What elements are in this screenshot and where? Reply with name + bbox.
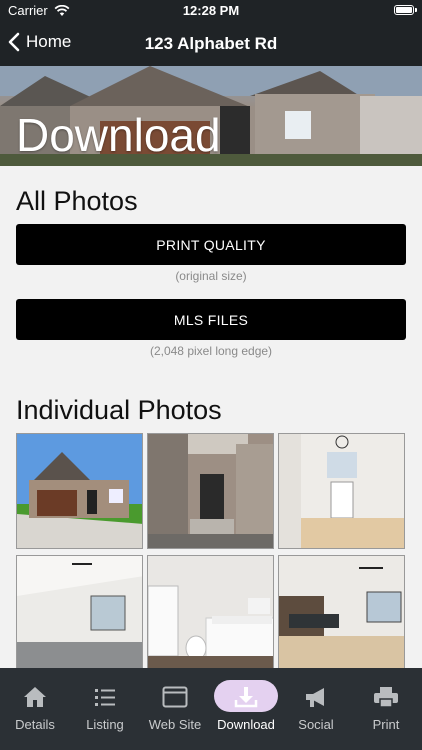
tab-social[interactable]: Social <box>281 668 351 750</box>
tab-download[interactable]: Download <box>211 668 281 750</box>
tab-listing[interactable]: Listing <box>70 668 140 750</box>
status-bar: Carrier 12:28 PM <box>0 0 422 22</box>
photo-thumbnail[interactable] <box>147 433 274 549</box>
hero-banner: Download <box>0 66 422 166</box>
print-quality-button[interactable]: PRINT QUALITY <box>16 224 406 265</box>
tab-label: Print <box>372 717 400 732</box>
tab-label: Web Site <box>148 717 202 732</box>
tab-details[interactable]: Details <box>0 668 70 750</box>
photo-thumbnail[interactable] <box>278 555 405 671</box>
mls-files-button[interactable]: MLS FILES <box>16 299 406 340</box>
photo-thumbnail[interactable] <box>147 555 274 671</box>
tab-bar: Details Listing Web Site Download Social <box>0 668 422 750</box>
photo-thumbnail[interactable] <box>16 555 143 671</box>
battery-icon <box>394 5 417 15</box>
tab-label: Details <box>15 717 55 732</box>
megaphone-icon <box>306 688 324 707</box>
individual-photos-title: Individual Photos <box>16 395 222 425</box>
mls-files-caption: (2,048 pixel long edge) <box>149 344 273 358</box>
home-icon <box>24 687 46 707</box>
photo-thumbnail[interactable] <box>278 433 405 549</box>
browser-icon <box>162 686 188 708</box>
tab-label: Social <box>298 717 334 732</box>
tab-web-site[interactable]: Web Site <box>140 668 210 750</box>
page-title: 123 Alphabet Rd <box>144 34 278 53</box>
navigation-bar: Home 123 Alphabet Rd <box>0 22 422 66</box>
tab-label: Download <box>217 717 275 732</box>
print-quality-caption: (original size) <box>175 269 247 283</box>
tab-label: Listing <box>86 717 124 732</box>
hero-heading: Download <box>16 109 221 161</box>
photo-thumbnail[interactable] <box>16 433 143 549</box>
list-icon <box>95 689 115 706</box>
download-icon <box>234 687 258 708</box>
all-photos-title: All Photos <box>16 186 138 216</box>
printer-icon <box>374 687 398 708</box>
status-time: 12:28 PM <box>182 3 240 18</box>
tab-print[interactable]: Print <box>351 668 421 750</box>
